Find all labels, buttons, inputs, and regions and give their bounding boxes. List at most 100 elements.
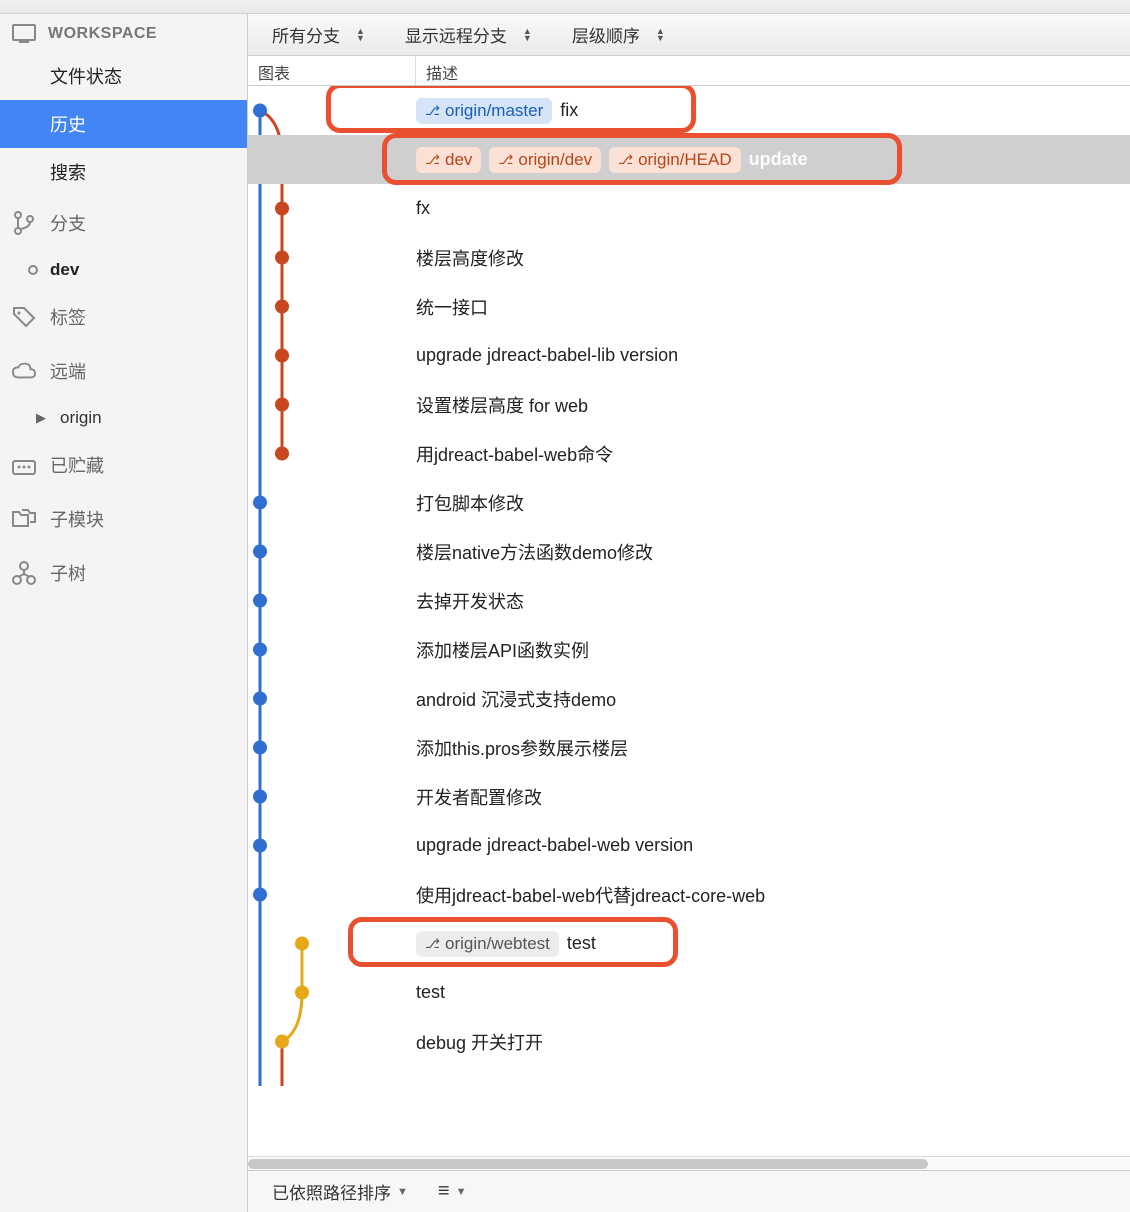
- desc-cell: 开发者配置修改: [416, 784, 1130, 810]
- branch-icon: ⎇: [618, 152, 633, 168]
- filter-label: 层级顺序: [572, 22, 640, 47]
- branch-tag[interactable]: ⎇dev: [416, 147, 481, 173]
- sort-dropdown[interactable]: 已依照路径排序 ▼: [272, 1179, 408, 1204]
- view-options-dropdown[interactable]: ≡ ▼: [438, 1180, 467, 1203]
- chevron-down-icon: ▼: [397, 1186, 408, 1198]
- branch-item-dev[interactable]: dev: [0, 250, 247, 290]
- desc-cell: 楼层native方法函数demo修改: [416, 539, 1130, 565]
- commit-row[interactable]: 添加楼层API函数实例: [248, 625, 1130, 674]
- commit-message: android 沉浸式支持demo: [416, 686, 616, 712]
- stashes-header[interactable]: 已贮藏: [0, 438, 247, 492]
- table-header: 图表 描述: [248, 56, 1130, 86]
- commit-row[interactable]: 设置楼层高度 for web: [248, 380, 1130, 429]
- commit-message: fix: [560, 100, 578, 121]
- filter-show-remote[interactable]: 显示远程分支 ▲▼: [405, 22, 532, 47]
- horizontal-scrollbar[interactable]: [248, 1156, 1130, 1170]
- commit-row[interactable]: 去掉开发状态: [248, 576, 1130, 625]
- desc-cell: upgrade jdreact-babel-web version: [416, 835, 1130, 856]
- commit-row[interactable]: 用jdreact-babel-web命令: [248, 429, 1130, 478]
- desc-cell: 去掉开发状态: [416, 588, 1130, 614]
- commit-row[interactable]: android 沉浸式支持demo: [248, 674, 1130, 723]
- sidebar-item-file-status[interactable]: 文件状态: [0, 52, 247, 100]
- commit-message: fx: [416, 198, 430, 219]
- desc-cell: 打包脚本修改: [416, 490, 1130, 516]
- stashes-label: 已贮藏: [50, 452, 104, 478]
- desc-cell: 用jdreact-babel-web命令: [416, 441, 1130, 467]
- commit-message: update: [749, 149, 808, 170]
- branch-tag-label: origin/HEAD: [638, 150, 732, 170]
- commit-row[interactable]: upgrade jdreact-babel-web version: [248, 821, 1130, 870]
- tag-icon: [12, 306, 36, 328]
- branches-label: 分支: [50, 210, 86, 236]
- stepper-icon: ▲▼: [523, 28, 532, 42]
- desc-cell: upgrade jdreact-babel-lib version: [416, 345, 1130, 366]
- commit-message: 统一接口: [416, 294, 488, 320]
- desc-cell: 楼层高度修改: [416, 245, 1130, 271]
- filter-all-branches[interactable]: 所有分支 ▲▼: [272, 22, 365, 47]
- graph-cell: [248, 527, 416, 576]
- commit-row[interactable]: 统一接口: [248, 282, 1130, 331]
- commit-message: test: [567, 933, 596, 954]
- column-header-desc[interactable]: 描述: [416, 56, 1130, 85]
- sidebar-item-search[interactable]: 搜索: [0, 148, 247, 196]
- commit-message: 添加this.pros参数展示楼层: [416, 735, 628, 761]
- commit-row[interactable]: 楼层高度修改: [248, 233, 1130, 282]
- commit-message: 开发者配置修改: [416, 784, 542, 810]
- commit-row[interactable]: ⎇dev ⎇origin/dev ⎇ origin/HEAD update: [248, 135, 1130, 184]
- workspace-icon: [12, 24, 36, 44]
- commit-list[interactable]: ⎇origin/masterfix⎇dev⎇origin/dev⎇origin/…: [248, 86, 1130, 1156]
- branch-tag-label: origin/dev: [518, 150, 592, 170]
- commit-row[interactable]: debug 开关打开: [248, 1017, 1130, 1066]
- commit-row[interactable]: 打包脚本修改: [248, 478, 1130, 527]
- subtrees-header[interactable]: 子树: [0, 546, 247, 600]
- branch-icon: ⎇: [425, 936, 440, 952]
- graph-cell: [248, 723, 416, 772]
- remotes-header[interactable]: 远端: [0, 344, 247, 398]
- sidebar-item-history[interactable]: 历史: [0, 100, 247, 148]
- bottom-bar: 已依照路径排序 ▼ ≡ ▼: [248, 1170, 1130, 1212]
- branch-tag-label: dev: [445, 150, 472, 170]
- commit-row[interactable]: 楼层native方法函数demo修改: [248, 527, 1130, 576]
- commit-message: 使用jdreact-babel-web代替jdreact-core-web: [416, 882, 765, 908]
- commit-row[interactable]: 添加this.pros参数展示楼层: [248, 723, 1130, 772]
- graph-cell: [248, 478, 416, 527]
- subtree-icon: [12, 561, 36, 585]
- branches-header[interactable]: 分支: [0, 196, 247, 250]
- graph-cell: [248, 674, 416, 723]
- graph-cell: [248, 968, 416, 1017]
- graph-cell: [248, 86, 416, 135]
- workspace-header[interactable]: WORKSPACE: [0, 14, 247, 52]
- desc-cell: 统一接口: [416, 294, 1130, 320]
- commit-message: upgrade jdreact-babel-lib version: [416, 345, 678, 366]
- submodules-header[interactable]: 子模块: [0, 492, 247, 546]
- graph-cell: [248, 576, 416, 625]
- filter-order[interactable]: 层级顺序 ▲▼: [572, 22, 665, 47]
- chevron-right-icon: ▶: [36, 410, 46, 426]
- branch-tag[interactable]: ⎇ origin/webtest: [416, 931, 559, 957]
- column-header-graph[interactable]: 图表: [248, 56, 416, 85]
- branch-tag[interactable]: ⎇origin/dev: [489, 147, 601, 173]
- branch-tag-label: origin/webtest: [445, 934, 550, 954]
- commit-row[interactable]: test: [248, 968, 1130, 1017]
- commit-row[interactable]: fx: [248, 184, 1130, 233]
- commit-message: upgrade jdreact-babel-web version: [416, 835, 693, 856]
- graph-cell: [248, 870, 416, 919]
- commit-message: 楼层高度修改: [416, 245, 524, 271]
- branch-tag[interactable]: ⎇ origin/HEAD: [609, 147, 741, 173]
- desc-cell: debug 开关打开: [416, 1029, 1130, 1055]
- commit-row[interactable]: 开发者配置修改: [248, 772, 1130, 821]
- current-branch-bullet-icon: [28, 265, 38, 275]
- commit-row[interactable]: 使用jdreact-babel-web代替jdreact-core-web: [248, 870, 1130, 919]
- sidebar: WORKSPACE 文件状态 历史 搜索 分支 dev 标签: [0, 14, 248, 1212]
- scrollbar-thumb[interactable]: [248, 1159, 928, 1169]
- filter-label: 所有分支: [272, 22, 340, 47]
- tags-header[interactable]: 标签: [0, 290, 247, 344]
- desc-cell: ⎇ origin/webtest test: [416, 931, 1130, 957]
- commit-row[interactable]: ⎇origin/master fix: [248, 86, 1130, 135]
- graph-cell: [248, 380, 416, 429]
- commit-row[interactable]: upgrade jdreact-babel-lib version: [248, 331, 1130, 380]
- commit-row[interactable]: ⎇ origin/webtest test: [248, 919, 1130, 968]
- desc-cell: fx: [416, 198, 1130, 219]
- remote-origin-item[interactable]: ▶ origin: [0, 398, 247, 438]
- branch-tag[interactable]: ⎇origin/master: [416, 98, 552, 124]
